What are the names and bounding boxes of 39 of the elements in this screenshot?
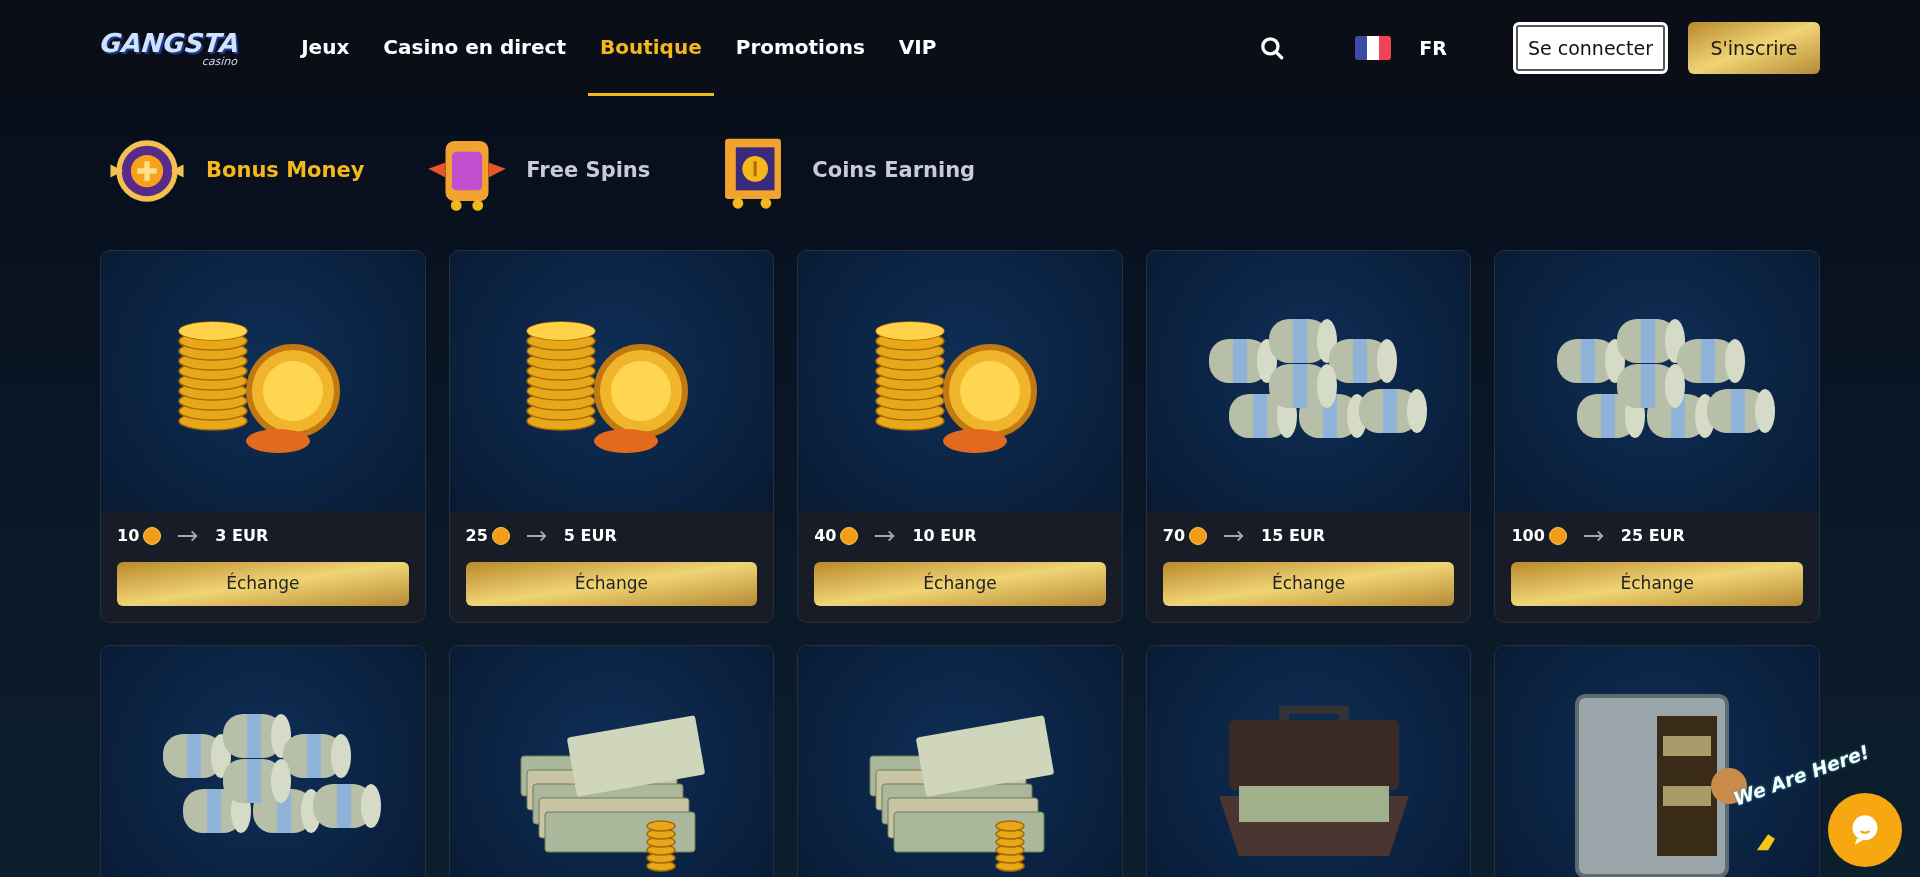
coin-amount: 100 (1511, 525, 1545, 547)
logo[interactable]: GANGSTA casino (98, 29, 242, 67)
coin-icon (143, 527, 162, 545)
coin-icon (1189, 527, 1208, 545)
price-label: 10 EUR (912, 525, 977, 547)
nav-link[interactable]: Promotions (723, 0, 877, 96)
coin-amount: 70 (1162, 525, 1186, 547)
category-tab[interactable]: Bonus Money (104, 128, 365, 214)
exchange-button[interactable]: Échange (814, 562, 1106, 606)
exchange-button[interactable]: Échange (465, 562, 758, 606)
coin-amount: 40 (814, 525, 837, 547)
coin-amount: 25 (465, 525, 488, 547)
arrow-right-icon (177, 530, 200, 542)
coin-amount: 10 (117, 525, 140, 547)
coin-icon (1548, 527, 1567, 545)
arrow-right-icon (874, 530, 897, 542)
nav-link[interactable]: Casino en direct (371, 0, 578, 96)
arrow-right-icon (525, 530, 548, 542)
coin-icon (491, 527, 510, 545)
nav-link[interactable]: Jeux (289, 0, 362, 96)
language-label[interactable]: FR (1419, 33, 1447, 63)
arrow-right-icon (1223, 530, 1246, 542)
exchange-button[interactable]: Échange (1162, 562, 1455, 606)
category-tab[interactable]: Coins Earning (710, 128, 976, 214)
signup-button[interactable]: S'inscrire (1688, 22, 1820, 74)
nav-link[interactable]: Boutique (587, 0, 714, 96)
search-icon[interactable] (1259, 35, 1286, 61)
price-label: 25 EUR (1620, 525, 1685, 547)
price-label: 5 EUR (563, 525, 617, 547)
category-tab[interactable]: Free Spins (424, 128, 651, 214)
france-flag-icon[interactable] (1355, 36, 1392, 60)
price-label: 15 EUR (1261, 525, 1326, 547)
exchange-button[interactable]: Échange (117, 562, 409, 606)
price-label: 3 EUR (215, 525, 269, 547)
login-button[interactable]: Se connecter (1512, 22, 1668, 74)
coin-icon (840, 527, 859, 545)
exchange-button[interactable]: Échange (1511, 562, 1803, 606)
arrow-right-icon (1582, 530, 1605, 542)
nav-link[interactable]: VIP (886, 0, 949, 96)
